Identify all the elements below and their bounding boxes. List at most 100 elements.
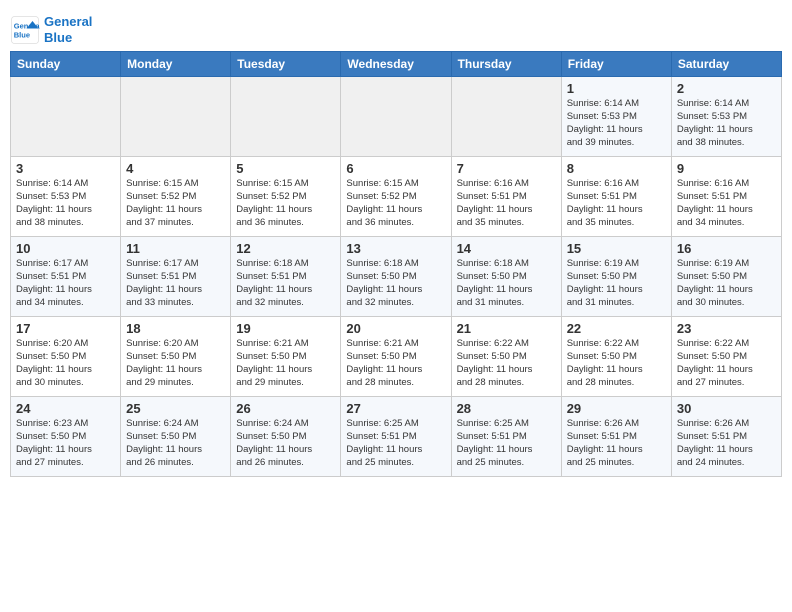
- day-number: 16: [677, 241, 776, 256]
- day-info: Sunrise: 6:22 AM Sunset: 5:50 PM Dayligh…: [457, 338, 556, 389]
- week-row-1: 1Sunrise: 6:14 AM Sunset: 5:53 PM Daylig…: [11, 77, 782, 157]
- day-info: Sunrise: 6:23 AM Sunset: 5:50 PM Dayligh…: [16, 418, 115, 469]
- day-number: 18: [126, 321, 225, 336]
- day-number: 6: [346, 161, 445, 176]
- week-row-3: 10 Sunrise: 6:17 AM Sunset: 5:51 PM Dayli…: [11, 237, 782, 317]
- calendar-cell: 30Sunrise: 6:26 AM Sunset: 5:51 PM Dayli…: [671, 397, 781, 477]
- day-number: 25: [126, 401, 225, 416]
- day-number: 28: [457, 401, 556, 416]
- day-number: 12: [236, 241, 335, 256]
- week-row-5: 24 Sunrise: 6:23 AM Sunset: 5:50 PM Dayli…: [11, 397, 782, 477]
- day-number: 19: [236, 321, 335, 336]
- day-info: Sunrise: 6:20 AM Sunset: 5:50 PM Dayligh…: [16, 338, 115, 389]
- day-info: Sunrise: 6:16 AM Sunset: 5:51 PM Dayligh…: [567, 178, 666, 229]
- week-row-4: 17 Sunrise: 6:20 AM Sunset: 5:50 PM Dayli…: [11, 317, 782, 397]
- calendar-cell: 28 Sunrise: 6:25 AM Sunset: 5:51 PM Dayli…: [451, 397, 561, 477]
- weekday-header-sunday: Sunday: [11, 52, 121, 77]
- day-number: 8: [567, 161, 666, 176]
- day-info: Sunrise: 6:16 AM Sunset: 5:51 PM Dayligh…: [677, 178, 776, 229]
- day-info: Sunrise: 6:25 AM Sunset: 5:51 PM Dayligh…: [346, 418, 445, 469]
- day-info: Sunrise: 6:15 AM Sunset: 5:52 PM Dayligh…: [126, 178, 225, 229]
- day-number: 3: [16, 161, 115, 176]
- calendar-cell: [11, 77, 121, 157]
- day-info: Sunrise: 6:24 AM Sunset: 5:50 PM Dayligh…: [236, 418, 335, 469]
- calendar-cell: 26Sunrise: 6:24 AM Sunset: 5:50 PM Dayli…: [231, 397, 341, 477]
- calendar-cell: 22 Sunrise: 6:22 AM Sunset: 5:50 PM Dayli…: [561, 317, 671, 397]
- page-header: General Blue General Blue: [10, 10, 782, 45]
- calendar-cell: 7 Sunrise: 6:16 AM Sunset: 5:51 PM Daylig…: [451, 157, 561, 237]
- day-info: Sunrise: 6:22 AM Sunset: 5:50 PM Dayligh…: [567, 338, 666, 389]
- day-info: Sunrise: 6:22 AM Sunset: 5:50 PM Dayligh…: [677, 338, 776, 389]
- day-number: 24: [16, 401, 115, 416]
- logo-icon: General Blue: [10, 15, 40, 45]
- calendar-cell: 4 Sunrise: 6:15 AM Sunset: 5:52 PM Daylig…: [121, 157, 231, 237]
- day-number: 27: [346, 401, 445, 416]
- logo-text: General: [44, 14, 92, 30]
- calendar-cell: 23Sunrise: 6:22 AM Sunset: 5:50 PM Dayli…: [671, 317, 781, 397]
- day-info: Sunrise: 6:26 AM Sunset: 5:51 PM Dayligh…: [567, 418, 666, 469]
- calendar-table: SundayMondayTuesdayWednesdayThursdayFrid…: [10, 51, 782, 477]
- day-info: Sunrise: 6:20 AM Sunset: 5:50 PM Dayligh…: [126, 338, 225, 389]
- weekday-header-saturday: Saturday: [671, 52, 781, 77]
- calendar-cell: 25 Sunrise: 6:24 AM Sunset: 5:50 PM Dayli…: [121, 397, 231, 477]
- day-number: 17: [16, 321, 115, 336]
- day-number: 21: [457, 321, 556, 336]
- day-info: Sunrise: 6:18 AM Sunset: 5:50 PM Dayligh…: [457, 258, 556, 309]
- weekday-header-monday: Monday: [121, 52, 231, 77]
- logo: General Blue General Blue: [10, 14, 92, 45]
- day-number: 13: [346, 241, 445, 256]
- calendar-cell: 8 Sunrise: 6:16 AM Sunset: 5:51 PM Daylig…: [561, 157, 671, 237]
- day-info: Sunrise: 6:16 AM Sunset: 5:51 PM Dayligh…: [457, 178, 556, 229]
- calendar-cell: 18 Sunrise: 6:20 AM Sunset: 5:50 PM Dayli…: [121, 317, 231, 397]
- day-info: Sunrise: 6:19 AM Sunset: 5:50 PM Dayligh…: [677, 258, 776, 309]
- calendar-cell: 9 Sunrise: 6:16 AM Sunset: 5:51 PM Daylig…: [671, 157, 781, 237]
- calendar-cell: 16 Sunrise: 6:19 AM Sunset: 5:50 PM Dayli…: [671, 237, 781, 317]
- day-info: Sunrise: 6:17 AM Sunset: 5:51 PM Dayligh…: [126, 258, 225, 309]
- calendar-cell: 14 Sunrise: 6:18 AM Sunset: 5:50 PM Dayli…: [451, 237, 561, 317]
- calendar-cell: [121, 77, 231, 157]
- day-info: Sunrise: 6:17 AM Sunset: 5:51 PM Dayligh…: [16, 258, 115, 309]
- week-row-2: 3Sunrise: 6:14 AM Sunset: 5:53 PM Daylig…: [11, 157, 782, 237]
- calendar-cell: 3Sunrise: 6:14 AM Sunset: 5:53 PM Daylig…: [11, 157, 121, 237]
- day-number: 11: [126, 241, 225, 256]
- calendar-cell: [231, 77, 341, 157]
- day-number: 20: [346, 321, 445, 336]
- calendar-cell: 20Sunrise: 6:21 AM Sunset: 5:50 PM Dayli…: [341, 317, 451, 397]
- calendar-cell: 10 Sunrise: 6:17 AM Sunset: 5:51 PM Dayli…: [11, 237, 121, 317]
- calendar-cell: 12 Sunrise: 6:18 AM Sunset: 5:51 PM Dayli…: [231, 237, 341, 317]
- calendar-cell: 21 Sunrise: 6:22 AM Sunset: 5:50 PM Dayli…: [451, 317, 561, 397]
- calendar-cell: 2Sunrise: 6:14 AM Sunset: 5:53 PM Daylig…: [671, 77, 781, 157]
- calendar-cell: 27 Sunrise: 6:25 AM Sunset: 5:51 PM Dayli…: [341, 397, 451, 477]
- weekday-header-wednesday: Wednesday: [341, 52, 451, 77]
- weekday-header-tuesday: Tuesday: [231, 52, 341, 77]
- weekday-header-thursday: Thursday: [451, 52, 561, 77]
- day-info: Sunrise: 6:18 AM Sunset: 5:51 PM Dayligh…: [236, 258, 335, 309]
- day-number: 4: [126, 161, 225, 176]
- day-number: 14: [457, 241, 556, 256]
- calendar-cell: 11 Sunrise: 6:17 AM Sunset: 5:51 PM Dayli…: [121, 237, 231, 317]
- day-info: Sunrise: 6:19 AM Sunset: 5:50 PM Dayligh…: [567, 258, 666, 309]
- day-info: Sunrise: 6:24 AM Sunset: 5:50 PM Dayligh…: [126, 418, 225, 469]
- weekday-header-friday: Friday: [561, 52, 671, 77]
- day-info: Sunrise: 6:14 AM Sunset: 5:53 PM Dayligh…: [567, 98, 666, 149]
- day-info: Sunrise: 6:14 AM Sunset: 5:53 PM Dayligh…: [677, 98, 776, 149]
- svg-text:Blue: Blue: [14, 30, 30, 39]
- day-info: Sunrise: 6:15 AM Sunset: 5:52 PM Dayligh…: [236, 178, 335, 229]
- day-info: Sunrise: 6:18 AM Sunset: 5:50 PM Dayligh…: [346, 258, 445, 309]
- day-number: 7: [457, 161, 556, 176]
- day-number: 10: [16, 241, 115, 256]
- day-number: 22: [567, 321, 666, 336]
- calendar-cell: 17 Sunrise: 6:20 AM Sunset: 5:50 PM Dayli…: [11, 317, 121, 397]
- day-info: Sunrise: 6:25 AM Sunset: 5:51 PM Dayligh…: [457, 418, 556, 469]
- calendar-cell: 5 Sunrise: 6:15 AM Sunset: 5:52 PM Daylig…: [231, 157, 341, 237]
- day-info: Sunrise: 6:15 AM Sunset: 5:52 PM Dayligh…: [346, 178, 445, 229]
- day-info: Sunrise: 6:21 AM Sunset: 5:50 PM Dayligh…: [236, 338, 335, 389]
- weekday-header-row: SundayMondayTuesdayWednesdayThursdayFrid…: [11, 52, 782, 77]
- day-number: 30: [677, 401, 776, 416]
- day-number: 5: [236, 161, 335, 176]
- day-number: 9: [677, 161, 776, 176]
- calendar-cell: 24 Sunrise: 6:23 AM Sunset: 5:50 PM Dayli…: [11, 397, 121, 477]
- calendar-cell: 1Sunrise: 6:14 AM Sunset: 5:53 PM Daylig…: [561, 77, 671, 157]
- calendar-cell: 6 Sunrise: 6:15 AM Sunset: 5:52 PM Daylig…: [341, 157, 451, 237]
- calendar-cell: 29Sunrise: 6:26 AM Sunset: 5:51 PM Dayli…: [561, 397, 671, 477]
